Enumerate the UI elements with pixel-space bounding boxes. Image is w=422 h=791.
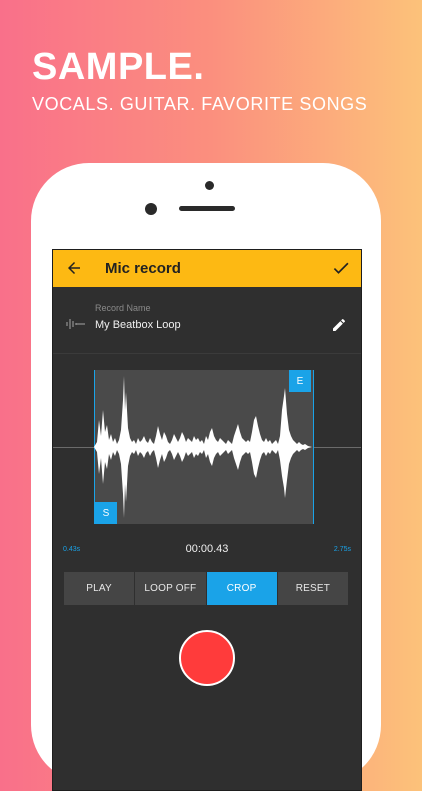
arrow-left-icon[interactable]	[65, 259, 83, 277]
loop-toggle-button[interactable]: LOOP OFF	[135, 572, 206, 605]
phone-frame: Mic record Record Name My Beatbox Loop E…	[31, 163, 381, 791]
playback-controls: PLAY LOOP OFF CROP RESET	[64, 572, 348, 605]
phone-speaker	[179, 206, 235, 211]
app-toolbar: Mic record	[53, 250, 361, 287]
record-name-row: Record Name My Beatbox Loop	[53, 287, 361, 354]
current-time: 00:00.43	[185, 543, 229, 555]
start-marker[interactable]: S	[95, 502, 117, 524]
end-marker[interactable]: E	[289, 370, 311, 392]
play-button[interactable]: PLAY	[64, 572, 135, 605]
waveform-editor[interactable]: E S	[53, 370, 361, 528]
front-camera	[145, 203, 157, 215]
app-screen: Mic record Record Name My Beatbox Loop E…	[52, 249, 362, 791]
page-title: Mic record	[105, 260, 181, 277]
reset-button[interactable]: RESET	[277, 572, 348, 605]
pencil-icon[interactable]	[331, 317, 347, 333]
checkmark-icon[interactable]	[331, 258, 351, 278]
crop-button[interactable]: CROP	[206, 572, 277, 605]
promo-headline: SAMPLE.	[32, 46, 205, 88]
record-name-label: Record Name	[95, 303, 151, 313]
selection-end-time: 2.75s	[333, 546, 351, 553]
phone-camera-dot	[205, 181, 214, 190]
waveform-graphic	[94, 376, 312, 518]
record-name-field[interactable]: My Beatbox Loop	[95, 319, 181, 331]
record-button[interactable]	[179, 630, 235, 686]
promo-subline: VOCALS. GUITAR. FAVORITE SONGS	[32, 94, 368, 114]
waveform-icon	[66, 319, 85, 329]
